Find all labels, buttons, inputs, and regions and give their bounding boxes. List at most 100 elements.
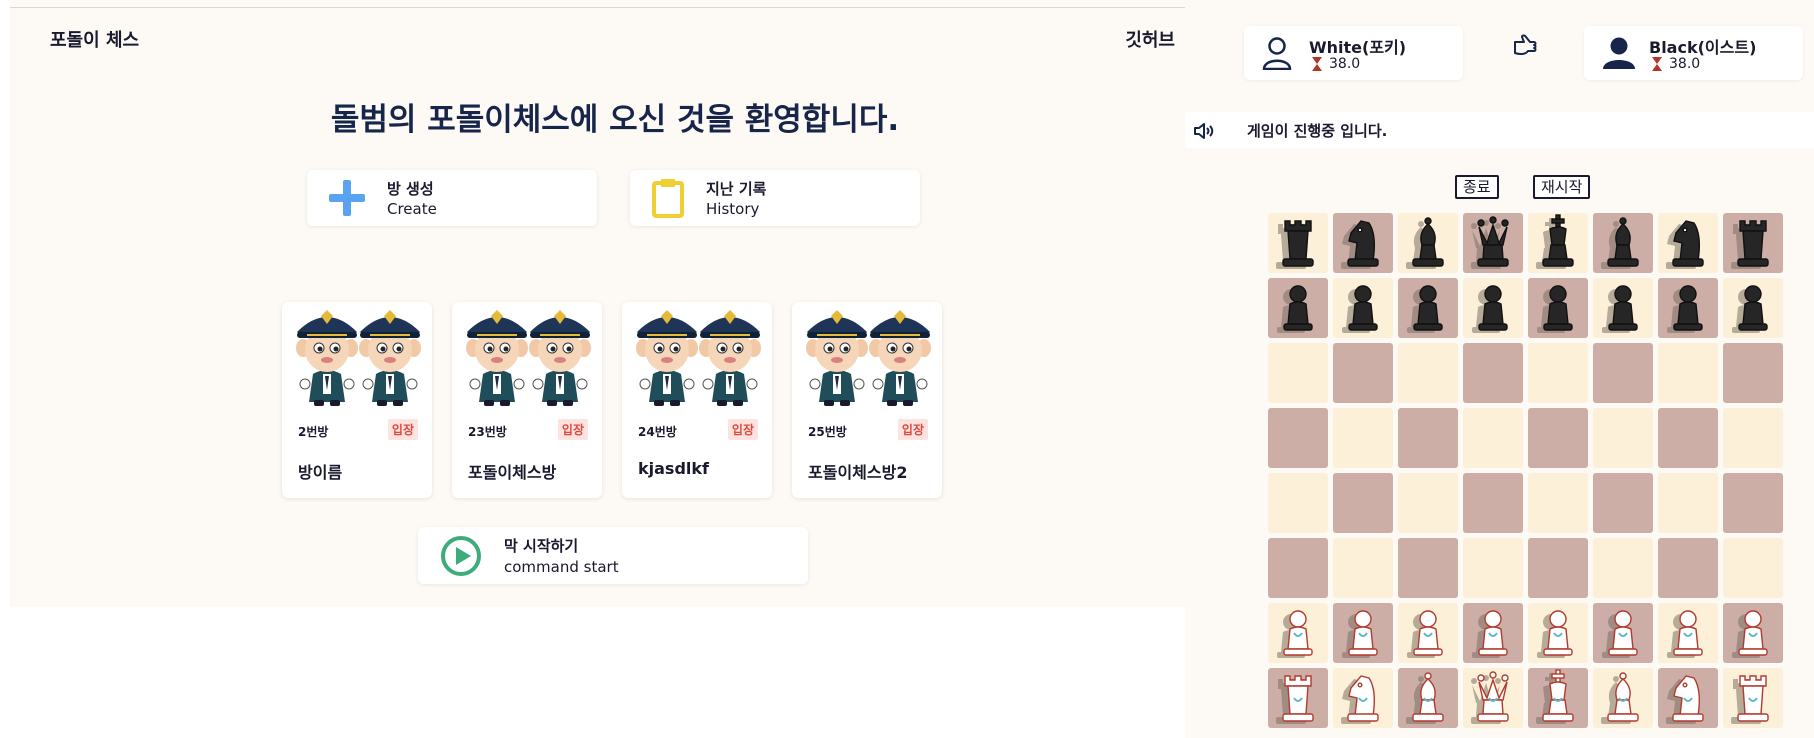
board-square[interactable] [1268,343,1328,403]
enter-button[interactable]: 입장 [387,419,418,440]
board-square[interactable] [1593,603,1653,663]
board-square[interactable] [1398,278,1458,338]
command-start-button[interactable]: 막 시작하기 command start [418,527,808,584]
room-number: 23번방 [468,425,507,439]
board-square[interactable] [1268,473,1328,533]
room-name: 방이름 [298,463,343,482]
board-square[interactable] [1463,538,1523,598]
speaker-icon[interactable] [1193,121,1215,145]
white-bishop-icon [1406,672,1444,724]
board-square[interactable] [1658,408,1718,468]
board-square[interactable] [1463,278,1523,338]
board-square[interactable] [1593,473,1653,533]
board-square[interactable] [1723,668,1783,728]
room-card[interactable]: 25번방 입장 포돌이체스방2 [792,302,942,498]
board-square[interactable] [1528,408,1588,468]
police-mascot-image [282,304,432,408]
board-square[interactable] [1398,538,1458,598]
history-button[interactable]: 지난 기록 History [630,170,920,226]
white-rook-icon [1276,675,1314,724]
board-square[interactable] [1398,408,1458,468]
board-square[interactable] [1593,278,1653,338]
create-room-button[interactable]: 방 생성 Create [307,170,597,226]
board-square[interactable] [1723,538,1783,598]
board-square[interactable] [1268,278,1328,338]
board-square[interactable] [1723,408,1783,468]
board-square[interactable] [1268,603,1328,663]
board-square[interactable] [1658,343,1718,403]
enter-button[interactable]: 입장 [727,419,758,440]
board-square[interactable] [1333,538,1393,598]
board-square[interactable] [1463,473,1523,533]
room-number: 24번방 [638,425,677,439]
black-pawn-icon [1602,285,1638,333]
board-square[interactable] [1723,473,1783,533]
board-square[interactable] [1593,343,1653,403]
board-square[interactable] [1333,408,1393,468]
board-square[interactable] [1528,343,1588,403]
board-square[interactable] [1398,473,1458,533]
enter-button[interactable]: 입장 [897,419,928,440]
room-card[interactable]: 2번방 입장 방이름 [282,302,432,498]
white-pawn-icon [1732,610,1768,658]
board-square[interactable] [1528,473,1588,533]
black-pawn-icon [1732,285,1768,333]
black-bishop-icon [1601,217,1639,269]
board-square[interactable] [1463,408,1523,468]
board-square[interactable] [1333,603,1393,663]
white-knight-icon [1666,675,1704,724]
board-square[interactable] [1333,343,1393,403]
board-square[interactable] [1268,213,1328,273]
board-square[interactable] [1658,473,1718,533]
brand-link[interactable]: 포돌이 체스 [50,26,139,52]
board-square[interactable] [1658,538,1718,598]
board-square[interactable] [1593,213,1653,273]
board-square[interactable] [1463,668,1523,728]
board-square[interactable] [1398,213,1458,273]
top-divider [10,7,1185,8]
board-square[interactable] [1593,538,1653,598]
board-square[interactable] [1528,213,1588,273]
board-square[interactable] [1658,603,1718,663]
board-square[interactable] [1658,278,1718,338]
board-square[interactable] [1528,603,1588,663]
board-square[interactable] [1593,668,1653,728]
board-square[interactable] [1268,668,1328,728]
board-square[interactable] [1593,408,1653,468]
board-square[interactable] [1528,538,1588,598]
board-square[interactable] [1723,213,1783,273]
board-square[interactable] [1333,213,1393,273]
chess-board[interactable] [1268,213,1788,728]
board-square[interactable] [1528,278,1588,338]
board-square[interactable] [1398,668,1458,728]
white-pawn-icon [1602,610,1638,658]
board-square[interactable] [1268,538,1328,598]
github-link[interactable]: 깃허브 [1125,26,1175,52]
white-pawn-icon [1537,610,1573,658]
board-square[interactable] [1398,343,1458,403]
board-square[interactable] [1723,603,1783,663]
board-square[interactable] [1658,668,1718,728]
board-square[interactable] [1333,668,1393,728]
board-square[interactable] [1268,408,1328,468]
board-square[interactable] [1463,343,1523,403]
lobby-pane: 포돌이 체스 깃허브 돌범의 포돌이체스에 오신 것을 환영합니다. 방 생성 … [10,0,1185,607]
board-square[interactable] [1333,473,1393,533]
board-square[interactable] [1723,343,1783,403]
board-square[interactable] [1658,213,1718,273]
board-square[interactable] [1398,603,1458,663]
board-square[interactable] [1463,213,1523,273]
board-square[interactable] [1333,278,1393,338]
hourglass-icon [1309,56,1325,76]
black-pawn-icon [1537,285,1573,333]
board-square[interactable] [1528,668,1588,728]
board-square[interactable] [1723,278,1783,338]
start-title: 막 시작하기 [504,537,579,555]
room-card[interactable]: 23번방 입장 포돌이체스방 [452,302,602,498]
restart-button[interactable]: 재시작 [1533,175,1591,199]
black-bishop-icon [1406,217,1444,269]
enter-button[interactable]: 입장 [557,419,588,440]
board-square[interactable] [1463,603,1523,663]
room-card[interactable]: 24번방 입장 kjasdlkf [622,302,772,498]
end-game-button[interactable]: 종료 [1455,175,1499,199]
